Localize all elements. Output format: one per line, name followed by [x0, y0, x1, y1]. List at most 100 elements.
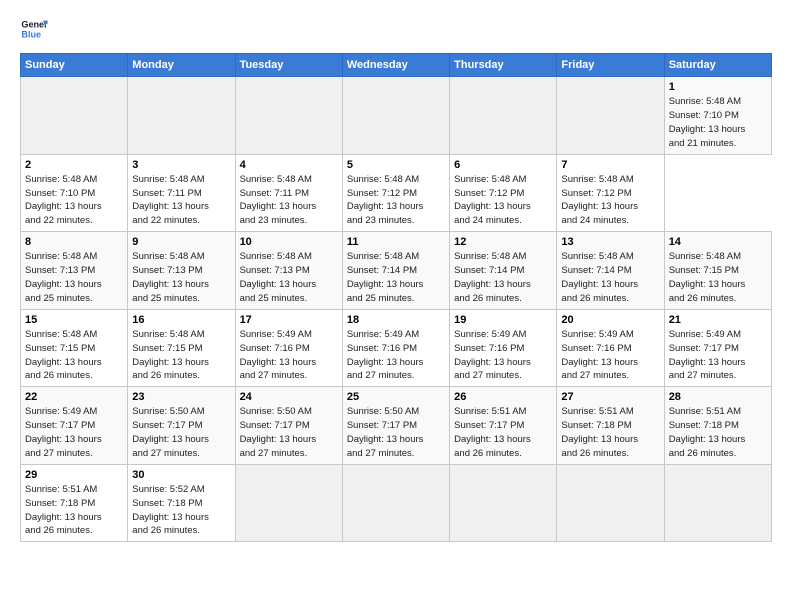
day-info: Sunrise: 5:48 AMSunset: 7:14 PMDaylight:… — [561, 251, 638, 303]
calendar-row: 15 Sunrise: 5:48 AMSunset: 7:15 PMDayligh… — [21, 309, 772, 387]
day-cell: 5 Sunrise: 5:48 AMSunset: 7:12 PMDaylight… — [342, 154, 449, 232]
day-info: Sunrise: 5:51 AMSunset: 7:17 PMDaylight:… — [454, 406, 531, 458]
header: General Blue — [20, 15, 772, 43]
day-cell: 15 Sunrise: 5:48 AMSunset: 7:15 PMDayligh… — [21, 309, 128, 387]
calendar-row: 8Sunrise: 5:48 AMSunset: 7:13 PMDaylight… — [21, 232, 772, 310]
day-cell: 20Sunrise: 5:49 AMSunset: 7:16 PMDayligh… — [557, 309, 664, 387]
day-number: 7 — [561, 158, 659, 172]
day-info: Sunrise: 5:50 AMSunset: 7:17 PMDaylight:… — [347, 406, 424, 458]
day-info: Sunrise: 5:48 AMSunset: 7:12 PMDaylight:… — [454, 174, 531, 226]
day-info: Sunrise: 5:49 AMSunset: 7:17 PMDaylight:… — [25, 406, 102, 458]
empty-cell — [342, 77, 449, 155]
calendar-row: 1Sunrise: 5:48 AMSunset: 7:10 PMDaylight… — [21, 77, 772, 155]
day-info: Sunrise: 5:48 AMSunset: 7:11 PMDaylight:… — [132, 174, 209, 226]
day-cell: 4Sunrise: 5:48 AMSunset: 7:11 PMDaylight… — [235, 154, 342, 232]
day-info: Sunrise: 5:48 AMSunset: 7:14 PMDaylight:… — [454, 251, 531, 303]
day-info: Sunrise: 5:51 AMSunset: 7:18 PMDaylight:… — [561, 406, 638, 458]
day-info: Sunrise: 5:49 AMSunset: 7:16 PMDaylight:… — [454, 329, 531, 381]
day-cell: 27Sunrise: 5:51 AMSunset: 7:18 PMDayligh… — [557, 387, 664, 465]
day-cell: 24 Sunrise: 5:50 AMSunset: 7:17 PMDayligh… — [235, 387, 342, 465]
empty-cell — [128, 77, 235, 155]
day-info: Sunrise: 5:52 AMSunset: 7:18 PMDaylight:… — [132, 484, 209, 536]
day-number: 25 — [347, 390, 445, 404]
calendar-row: 2 Sunrise: 5:48 AMSunset: 7:10 PMDaylight… — [21, 154, 772, 232]
day-number: 13 — [561, 235, 659, 249]
header-thursday: Thursday — [450, 54, 557, 77]
day-cell: 19 Sunrise: 5:49 AMSunset: 7:16 PMDayligh… — [450, 309, 557, 387]
day-number: 29 — [25, 468, 123, 482]
day-info: Sunrise: 5:48 AMSunset: 7:13 PMDaylight:… — [240, 251, 317, 303]
day-number: 1 — [669, 80, 767, 94]
day-cell: 14Sunrise: 5:48 AMSunset: 7:15 PMDayligh… — [664, 232, 771, 310]
day-number: 21 — [669, 313, 767, 327]
day-info: Sunrise: 5:50 AMSunset: 7:17 PMDaylight:… — [132, 406, 209, 458]
day-info: Sunrise: 5:48 AMSunset: 7:15 PMDaylight:… — [132, 329, 209, 381]
day-number: 17 — [240, 313, 338, 327]
day-info: Sunrise: 5:49 AMSunset: 7:16 PMDaylight:… — [347, 329, 424, 381]
empty-cell — [21, 77, 128, 155]
day-number: 3 — [132, 158, 230, 172]
day-cell: 18 Sunrise: 5:49 AMSunset: 7:16 PMDayligh… — [342, 309, 449, 387]
empty-cell — [235, 77, 342, 155]
day-number: 16 — [132, 313, 230, 327]
day-info: Sunrise: 5:49 AMSunset: 7:17 PMDaylight:… — [669, 329, 746, 381]
day-number: 24 — [240, 390, 338, 404]
day-number: 15 — [25, 313, 123, 327]
day-number: 5 — [347, 158, 445, 172]
empty-cell — [450, 77, 557, 155]
day-cell: 26Sunrise: 5:51 AMSunset: 7:17 PMDayligh… — [450, 387, 557, 465]
day-info: Sunrise: 5:48 AMSunset: 7:15 PMDaylight:… — [25, 329, 102, 381]
day-cell: 30 Sunrise: 5:52 AMSunset: 7:18 PMDayligh… — [128, 464, 235, 542]
day-cell: 28Sunrise: 5:51 AMSunset: 7:18 PMDayligh… — [664, 387, 771, 465]
day-number: 19 — [454, 313, 552, 327]
day-number: 9 — [132, 235, 230, 249]
day-number: 18 — [347, 313, 445, 327]
day-info: Sunrise: 5:48 AMSunset: 7:13 PMDaylight:… — [25, 251, 102, 303]
day-info: Sunrise: 5:49 AMSunset: 7:16 PMDaylight:… — [561, 329, 638, 381]
day-cell: 2 Sunrise: 5:48 AMSunset: 7:10 PMDaylight… — [21, 154, 128, 232]
day-info: Sunrise: 5:48 AMSunset: 7:15 PMDaylight:… — [669, 251, 746, 303]
day-number: 22 — [25, 390, 123, 404]
day-number: 11 — [347, 235, 445, 249]
day-info: Sunrise: 5:48 AMSunset: 7:14 PMDaylight:… — [347, 251, 424, 303]
day-cell: 17Sunrise: 5:49 AMSunset: 7:16 PMDayligh… — [235, 309, 342, 387]
logo-icon: General Blue — [20, 15, 48, 43]
day-cell: 29 Sunrise: 5:51 AMSunset: 7:18 PMDayligh… — [21, 464, 128, 542]
empty-cell — [342, 464, 449, 542]
header-tuesday: Tuesday — [235, 54, 342, 77]
day-number: 30 — [132, 468, 230, 482]
day-cell: 9Sunrise: 5:48 AMSunset: 7:13 PMDaylight… — [128, 232, 235, 310]
day-cell: 11 Sunrise: 5:48 AMSunset: 7:14 PMDayligh… — [342, 232, 449, 310]
day-number: 6 — [454, 158, 552, 172]
day-cell: 3 Sunrise: 5:48 AMSunset: 7:11 PMDaylight… — [128, 154, 235, 232]
header-row: SundayMondayTuesdayWednesdayThursdayFrid… — [21, 54, 772, 77]
header-friday: Friday — [557, 54, 664, 77]
day-cell: 10 Sunrise: 5:48 AMSunset: 7:13 PMDayligh… — [235, 232, 342, 310]
calendar-row: 29 Sunrise: 5:51 AMSunset: 7:18 PMDayligh… — [21, 464, 772, 542]
day-info: Sunrise: 5:48 AMSunset: 7:12 PMDaylight:… — [347, 174, 424, 226]
day-cell: 12Sunrise: 5:48 AMSunset: 7:14 PMDayligh… — [450, 232, 557, 310]
header-wednesday: Wednesday — [342, 54, 449, 77]
empty-cell — [664, 464, 771, 542]
day-number: 23 — [132, 390, 230, 404]
day-number: 2 — [25, 158, 123, 172]
empty-cell — [557, 464, 664, 542]
svg-text:Blue: Blue — [21, 29, 41, 39]
day-cell: 1Sunrise: 5:48 AMSunset: 7:10 PMDaylight… — [664, 77, 771, 155]
empty-cell — [235, 464, 342, 542]
day-number: 28 — [669, 390, 767, 404]
day-info: Sunrise: 5:48 AMSunset: 7:10 PMDaylight:… — [25, 174, 102, 226]
day-cell: 13 Sunrise: 5:48 AMSunset: 7:14 PMDayligh… — [557, 232, 664, 310]
day-cell: 7 Sunrise: 5:48 AMSunset: 7:12 PMDaylight… — [557, 154, 664, 232]
day-cell: 21 Sunrise: 5:49 AMSunset: 7:17 PMDayligh… — [664, 309, 771, 387]
day-info: Sunrise: 5:51 AMSunset: 7:18 PMDaylight:… — [25, 484, 102, 536]
day-cell: 22 Sunrise: 5:49 AMSunset: 7:17 PMDayligh… — [21, 387, 128, 465]
day-info: Sunrise: 5:48 AMSunset: 7:12 PMDaylight:… — [561, 174, 638, 226]
logo: General Blue — [20, 15, 52, 43]
day-number: 10 — [240, 235, 338, 249]
header-sunday: Sunday — [21, 54, 128, 77]
day-info: Sunrise: 5:50 AMSunset: 7:17 PMDaylight:… — [240, 406, 317, 458]
header-monday: Monday — [128, 54, 235, 77]
calendar-table: SundayMondayTuesdayWednesdayThursdayFrid… — [20, 53, 772, 542]
day-cell: 16 Sunrise: 5:48 AMSunset: 7:15 PMDayligh… — [128, 309, 235, 387]
